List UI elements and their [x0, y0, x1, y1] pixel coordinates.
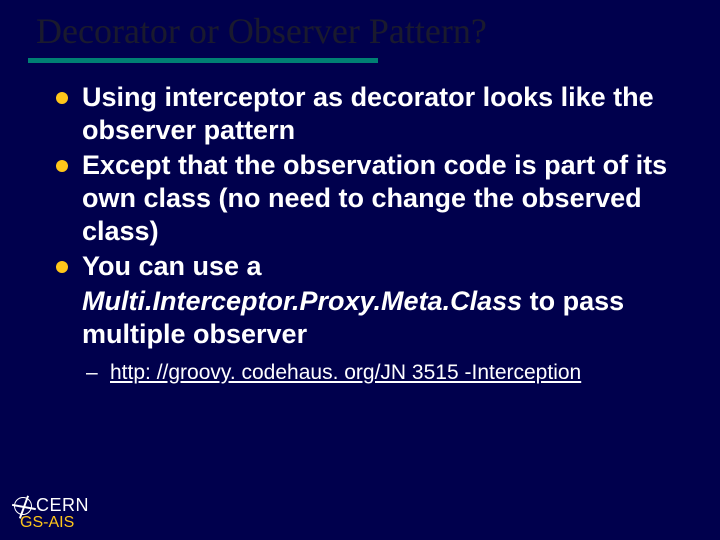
bullet-item: You can use a — [56, 250, 696, 283]
cern-logo-icon — [14, 497, 32, 515]
bullet-item: Except that the observation code is part… — [56, 149, 696, 248]
bullet-item: Using interceptor as decorator looks lik… — [56, 81, 696, 147]
sublink-item: http: //groovy. codehaus. org/JN 3515 -I… — [110, 361, 696, 385]
slide-title: Decorator or Observer Pattern? — [0, 0, 720, 58]
bullet-list: Using interceptor as decorator looks lik… — [56, 81, 696, 283]
footer-org: CERN — [36, 495, 89, 516]
footer: CERN GS-AIS — [14, 495, 89, 532]
footer-dept: GS-AIS — [20, 514, 74, 532]
reference-link[interactable]: http: //groovy. codehaus. org/JN 3515 -I… — [110, 361, 581, 384]
slide-content: Using interceptor as decorator looks lik… — [0, 63, 720, 385]
class-name: Multi.Interceptor.Proxy.Meta.Class — [82, 286, 522, 316]
sublink-list: http: //groovy. codehaus. org/JN 3515 -I… — [56, 361, 696, 385]
footer-org-row: CERN — [14, 495, 89, 516]
bullet-continuation: Multi.Interceptor.Proxy.Meta.Class to pa… — [56, 285, 696, 351]
